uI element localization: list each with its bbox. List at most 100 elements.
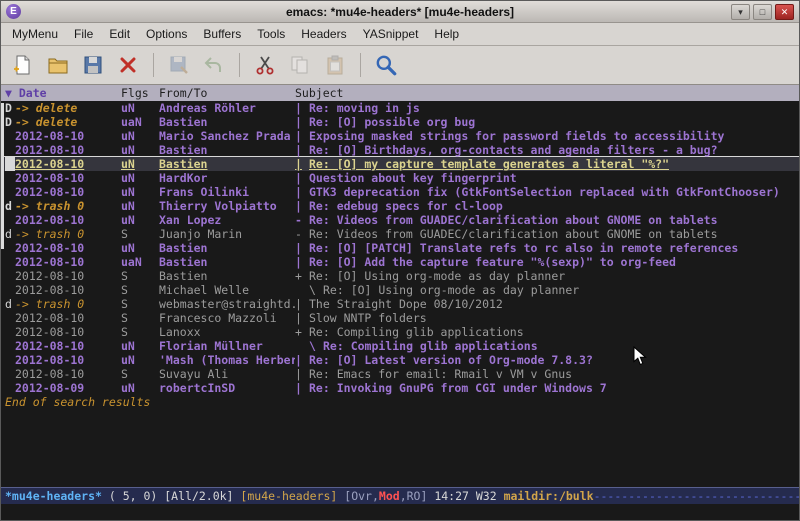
mark-flag bbox=[5, 269, 15, 283]
thread-indicator: + bbox=[295, 325, 309, 339]
mark-flag bbox=[5, 255, 15, 269]
message-row[interactable]: d -> trash 0 S webmaster@straightd... | … bbox=[1, 297, 799, 311]
mode-line[interactable]: *mu4e-headers* ( 5, 0) [All/2.0k] [mu4e-… bbox=[1, 487, 799, 504]
save-button[interactable] bbox=[79, 51, 107, 79]
close-button[interactable]: ✕ bbox=[775, 4, 794, 20]
save-as-button[interactable] bbox=[165, 51, 193, 79]
menu-headers[interactable]: Headers bbox=[294, 24, 353, 44]
message-row[interactable]: 2012-08-10 S Lanoxx + Re: Compiling glib… bbox=[1, 325, 799, 339]
message-list: D -> delete uN Andreas Röhler | Re: movi… bbox=[1, 101, 799, 487]
minimize-button[interactable]: ▾ bbox=[731, 4, 750, 20]
message-row[interactable]: d -> trash 0 S Juanjo Marin - Re: Videos… bbox=[1, 227, 799, 241]
message-row[interactable]: 2012-08-10 uN Xan Lopez - Re: Videos fro… bbox=[1, 213, 799, 227]
message-from: Thierry Volpiatto bbox=[159, 199, 295, 213]
thread-indicator: \ bbox=[295, 339, 323, 353]
message-subject: Re: edebug specs for cl-loop bbox=[309, 199, 503, 213]
message-date: 2012-08-10 bbox=[15, 311, 121, 325]
message-flags: S bbox=[121, 283, 159, 297]
message-date: -> trash 0 bbox=[15, 297, 121, 311]
message-row[interactable]: 2012-08-10 S Bastien + Re: [O] Using org… bbox=[1, 269, 799, 283]
cut-button[interactable] bbox=[251, 51, 279, 79]
thread-indicator: | bbox=[295, 381, 309, 395]
mark-flag bbox=[5, 325, 15, 339]
message-from: 'Mash (Thomas Herbert) bbox=[159, 353, 295, 367]
end-of-results: End of search results bbox=[1, 395, 799, 409]
mu4e-headers-buffer: ▼ Date Flgs From/To Subject D -> delete … bbox=[1, 85, 799, 487]
message-from: robertcInSD bbox=[159, 381, 295, 395]
message-row[interactable]: D -> delete uaN Bastien | Re: [O] possib… bbox=[1, 115, 799, 129]
undo-button[interactable] bbox=[200, 51, 228, 79]
mark-flag bbox=[5, 367, 15, 381]
message-row[interactable]: 2012-08-10 uN Mario Sanchez Prada | Expo… bbox=[1, 129, 799, 143]
message-row[interactable]: 2012-08-10 S Suvayu Ali | Re: Emacs for … bbox=[1, 367, 799, 381]
message-row[interactable]: 2012-08-10 uaN Bastien | Re: [O] Add the… bbox=[1, 255, 799, 269]
message-row[interactable]: 2012-08-10 uN Bastien | Re: [O] Birthday… bbox=[1, 143, 799, 157]
message-row[interactable]: 2012-08-10 uN 'Mash (Thomas Herbert) | R… bbox=[1, 353, 799, 367]
message-subject: Re: [O] Using org-mode as day planner bbox=[309, 269, 565, 283]
maximize-button[interactable]: □ bbox=[753, 4, 772, 20]
message-flags: S bbox=[121, 325, 159, 339]
title-bar[interactable]: E emacs: *mu4e-headers* [mu4e-headers] ▾… bbox=[1, 1, 799, 23]
column-header-subject[interactable]: Subject bbox=[295, 85, 799, 101]
message-flags: uN bbox=[121, 171, 159, 185]
message-from: Juanjo Marin bbox=[159, 227, 295, 241]
message-flags: uN bbox=[121, 129, 159, 143]
menu-help[interactable]: Help bbox=[427, 24, 466, 44]
message-row[interactable]: D -> delete uN Andreas Röhler | Re: movi… bbox=[1, 101, 799, 115]
message-row[interactable]: 2012-08-10 uN Bastien | Re: [O] [PATCH] … bbox=[1, 241, 799, 255]
message-row[interactable]: d -> trash 0 uN Thierry Volpiatto | Re: … bbox=[1, 199, 799, 213]
thread-indicator: | bbox=[295, 101, 309, 115]
open-file-button[interactable] bbox=[44, 51, 72, 79]
message-date: 2012-08-10 bbox=[15, 213, 121, 227]
new-file-icon bbox=[12, 54, 34, 76]
message-flags: uN bbox=[121, 353, 159, 367]
message-date: 2012-08-10 bbox=[15, 157, 121, 171]
message-subject: Re: Compiling glib applications bbox=[323, 339, 538, 353]
message-row[interactable]: 2012-08-10 uN Frans Oilinki | GTK3 depre… bbox=[1, 185, 799, 199]
menu-edit[interactable]: Edit bbox=[102, 24, 137, 44]
thread-indicator: | bbox=[295, 129, 309, 143]
new-file-button[interactable] bbox=[9, 51, 37, 79]
message-row[interactable]: 2012-08-09 uN robertcInSD | Re: Invoking… bbox=[1, 381, 799, 395]
menu-mymenu[interactable]: MyMenu bbox=[5, 24, 65, 44]
modeline-major-mode: [mu4e-headers] bbox=[240, 489, 337, 503]
message-rows: D -> delete uN Andreas Röhler | Re: movi… bbox=[1, 101, 799, 395]
menu-yasnippet[interactable]: YASnippet bbox=[356, 24, 426, 44]
copy-button[interactable] bbox=[286, 51, 314, 79]
message-flags: uN bbox=[121, 143, 159, 157]
message-row[interactable]: 2012-08-10 S Francesco Mazzoli | Slow NN… bbox=[1, 311, 799, 325]
column-header-date[interactable]: ▼ Date bbox=[5, 85, 121, 101]
message-row[interactable]: 2012-08-10 uN HardKor | Question about k… bbox=[1, 171, 799, 185]
mark-flag bbox=[5, 353, 15, 367]
emacs-window: E emacs: *mu4e-headers* [mu4e-headers] ▾… bbox=[0, 0, 800, 521]
menu-tools[interactable]: Tools bbox=[250, 24, 292, 44]
paste-button[interactable] bbox=[321, 51, 349, 79]
search-button[interactable] bbox=[372, 51, 400, 79]
menu-buffers[interactable]: Buffers bbox=[196, 24, 248, 44]
mark-flag bbox=[5, 157, 15, 171]
scrollbar-thumb[interactable] bbox=[1, 103, 4, 249]
menu-options[interactable]: Options bbox=[139, 24, 194, 44]
mark-flag: d bbox=[5, 227, 15, 241]
message-flags: S bbox=[121, 311, 159, 325]
modeline-fill: ----------------------------------------… bbox=[594, 489, 799, 503]
header-line: ▼ Date Flgs From/To Subject bbox=[1, 85, 799, 101]
menu-file[interactable]: File bbox=[67, 24, 100, 44]
mark-flag bbox=[5, 339, 15, 353]
message-date: 2012-08-10 bbox=[15, 283, 121, 297]
message-subject: GTK3 deprecation fix (GtkFontSelection r… bbox=[309, 185, 780, 199]
message-flags: S bbox=[121, 227, 159, 241]
mark-flag bbox=[5, 381, 15, 395]
emacs-icon: E bbox=[6, 4, 21, 19]
message-row[interactable]: 2012-08-10 uN Bastien | Re: [O] my captu… bbox=[1, 157, 799, 171]
message-subject: Re: [O] Add the capture feature "%(sexp)… bbox=[309, 255, 676, 269]
message-flags: uN bbox=[121, 213, 159, 227]
message-row[interactable]: 2012-08-10 S Michael Welle \ Re: [O] Usi… bbox=[1, 283, 799, 297]
close-buffer-button[interactable] bbox=[114, 51, 142, 79]
column-header-from[interactable]: From/To bbox=[159, 85, 295, 101]
undo-icon bbox=[203, 54, 225, 76]
message-row[interactable]: 2012-08-10 uN Florian Müllner \ Re: Comp… bbox=[1, 339, 799, 353]
column-header-flags[interactable]: Flgs bbox=[121, 85, 159, 101]
thread-indicator: | bbox=[295, 241, 309, 255]
message-from: Lanoxx bbox=[159, 325, 295, 339]
